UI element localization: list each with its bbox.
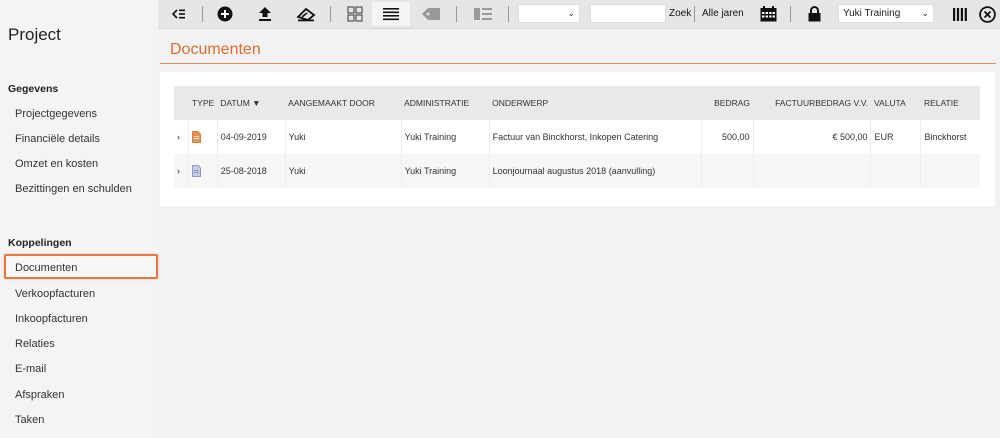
sidebar-item-verkoopfacturen[interactable]: Verkoopfacturen <box>15 288 95 300</box>
currency-cell: EUR <box>870 120 922 154</box>
created-by-cell: Yuki <box>285 154 402 188</box>
title-divider <box>160 63 996 64</box>
subject-cell: Loonjournaal augustus 2018 (aanvulling) <box>489 154 702 188</box>
filter-select[interactable]: ⌄ <box>518 4 580 23</box>
sidebar-item-e-mail[interactable]: E-mail <box>15 363 46 375</box>
type-cell <box>188 120 218 154</box>
sidebar-item-financiele-details[interactable]: Financiële details <box>15 133 100 145</box>
toolbar-separator <box>508 6 509 22</box>
section-title-koppelingen: Koppelingen <box>8 237 72 249</box>
currency-cell <box>870 154 922 188</box>
chevron-right-icon: › <box>177 166 180 176</box>
app-title: Project <box>8 25 61 44</box>
chevron-down-icon: ⌄ <box>567 8 575 18</box>
add-button[interactable] <box>214 2 236 26</box>
sidebar-item-afspraken[interactable]: Afspraken <box>15 389 65 401</box>
years-filter-label[interactable]: Alle jaren <box>702 8 744 19</box>
subject-cell: Factuur van Binckhorst, Inkopen Catering <box>489 120 702 154</box>
invoice-document-icon <box>192 131 202 143</box>
expander-header <box>174 86 189 120</box>
search-button[interactable]: Zoek <box>669 8 691 19</box>
column-header-datum[interactable]: DATUM ▼ <box>217 86 285 120</box>
toolbar-separator <box>456 6 457 22</box>
toolbar-separator <box>202 6 203 22</box>
column-header-bedrag[interactable]: BEDRAG <box>701 86 753 120</box>
upload-button[interactable] <box>254 2 276 26</box>
sidebar-item-projectgegevens[interactable]: Projectgegevens <box>15 108 97 120</box>
documents-table: TYPE DATUM ▼ AANGEMAAKT DOOR ADMINISTRAT… <box>174 86 980 188</box>
columns-icon <box>953 7 967 21</box>
column-header-onderwerp[interactable]: ONDERWERP <box>489 86 701 120</box>
tag-button[interactable] <box>418 2 444 26</box>
toolbar-separator <box>790 6 791 22</box>
administration-cell: Yuki Training <box>401 154 490 188</box>
invoice-amount-cell <box>753 154 872 188</box>
administration-cell: Yuki Training <box>401 120 490 154</box>
calendar-icon <box>760 6 776 22</box>
split-view-icon <box>474 8 492 20</box>
collapse-menu-icon <box>172 9 185 19</box>
sidebar-item-taken[interactable]: Taken <box>15 414 44 426</box>
relation-cell <box>921 154 980 188</box>
sidebar-item-documenten[interactable]: Documenten <box>15 262 77 274</box>
table-header-row: TYPE DATUM ▼ AANGEMAAKT DOOR ADMINISTRAT… <box>174 86 980 120</box>
date-cell: 04-09-2019 <box>217 120 286 154</box>
row-expander[interactable]: › <box>174 120 190 154</box>
grid-view-icon <box>347 6 363 22</box>
chevron-down-icon: ⌄ <box>921 8 929 18</box>
documents-panel: TYPE DATUM ▼ AANGEMAAKT DOOR ADMINISTRAT… <box>160 72 995 206</box>
type-cell <box>188 154 218 188</box>
invoice-amount-cell: € 500,00 <box>753 120 872 154</box>
created-by-cell: Yuki <box>285 120 402 154</box>
administration-select[interactable]: Yuki Training ⌄ <box>838 4 934 23</box>
close-circle-icon <box>978 5 996 23</box>
toolbar: ⌄ Zoek Alle jaren Yuki Training ⌄ <box>158 0 1000 29</box>
chevron-right-icon: › <box>177 132 180 142</box>
toolbar-separator <box>694 6 695 22</box>
sidebar-item-inkoopfacturen[interactable]: Inkoopfacturen <box>15 313 88 325</box>
lock-button[interactable] <box>804 2 824 26</box>
column-header-valuta[interactable]: VALUTA <box>871 86 921 120</box>
scanner-icon <box>296 7 316 22</box>
grid-view-button[interactable] <box>340 2 370 26</box>
administration-select-value: Yuki Training <box>843 8 901 19</box>
column-header-relatie[interactable]: RELATIE <box>921 86 980 120</box>
list-view-button[interactable] <box>372 2 410 26</box>
scan-button[interactable] <box>294 2 318 26</box>
column-header-administratie[interactable]: ADMINISTRATIE <box>401 86 489 120</box>
plus-circle-icon <box>217 6 233 22</box>
sidebar-item-omzet-en-kosten[interactable]: Omzet en kosten <box>15 158 98 170</box>
table-row[interactable]: › 25-08-2018 Yuki Yuki Training Loonjour… <box>174 154 980 188</box>
tag-icon <box>422 8 440 20</box>
column-header-type[interactable]: TYPE <box>189 86 217 120</box>
journal-document-icon <box>192 165 202 177</box>
amount-cell: 500,00 <box>701 120 754 154</box>
lock-icon <box>808 6 820 22</box>
column-header-factuurbedrag[interactable]: FACTUURBEDRAG V.V. <box>753 86 871 120</box>
relation-cell: Binckhorst <box>924 132 967 142</box>
close-button[interactable] <box>976 2 998 26</box>
amount-cell <box>701 154 754 188</box>
column-header-aangemaakt-door[interactable]: AANGEMAAKT DOOR <box>285 86 401 120</box>
columns-button[interactable] <box>950 2 970 26</box>
calendar-button[interactable] <box>757 2 779 26</box>
collapse-menu-button[interactable] <box>168 2 190 26</box>
sidebar: Project Gegevens Projectgegevens Financi… <box>0 0 158 438</box>
toolbar-separator <box>330 6 331 22</box>
search-input[interactable] <box>590 4 666 23</box>
date-cell: 25-08-2018 <box>217 154 286 188</box>
list-view-icon <box>383 8 399 21</box>
section-title-gegevens: Gegevens <box>8 83 59 95</box>
table-row[interactable]: › 04-09-2019 Yuki Yuki Training Factuur … <box>174 120 980 154</box>
sidebar-item-relaties[interactable]: Relaties <box>15 338 55 350</box>
split-view-button[interactable] <box>472 2 494 26</box>
row-expander[interactable]: › <box>174 154 190 188</box>
upload-icon <box>259 7 271 21</box>
sidebar-item-bezittingen-en-schulden[interactable]: Bezittingen en schulden <box>15 183 132 195</box>
page-title: Documenten <box>170 41 261 58</box>
